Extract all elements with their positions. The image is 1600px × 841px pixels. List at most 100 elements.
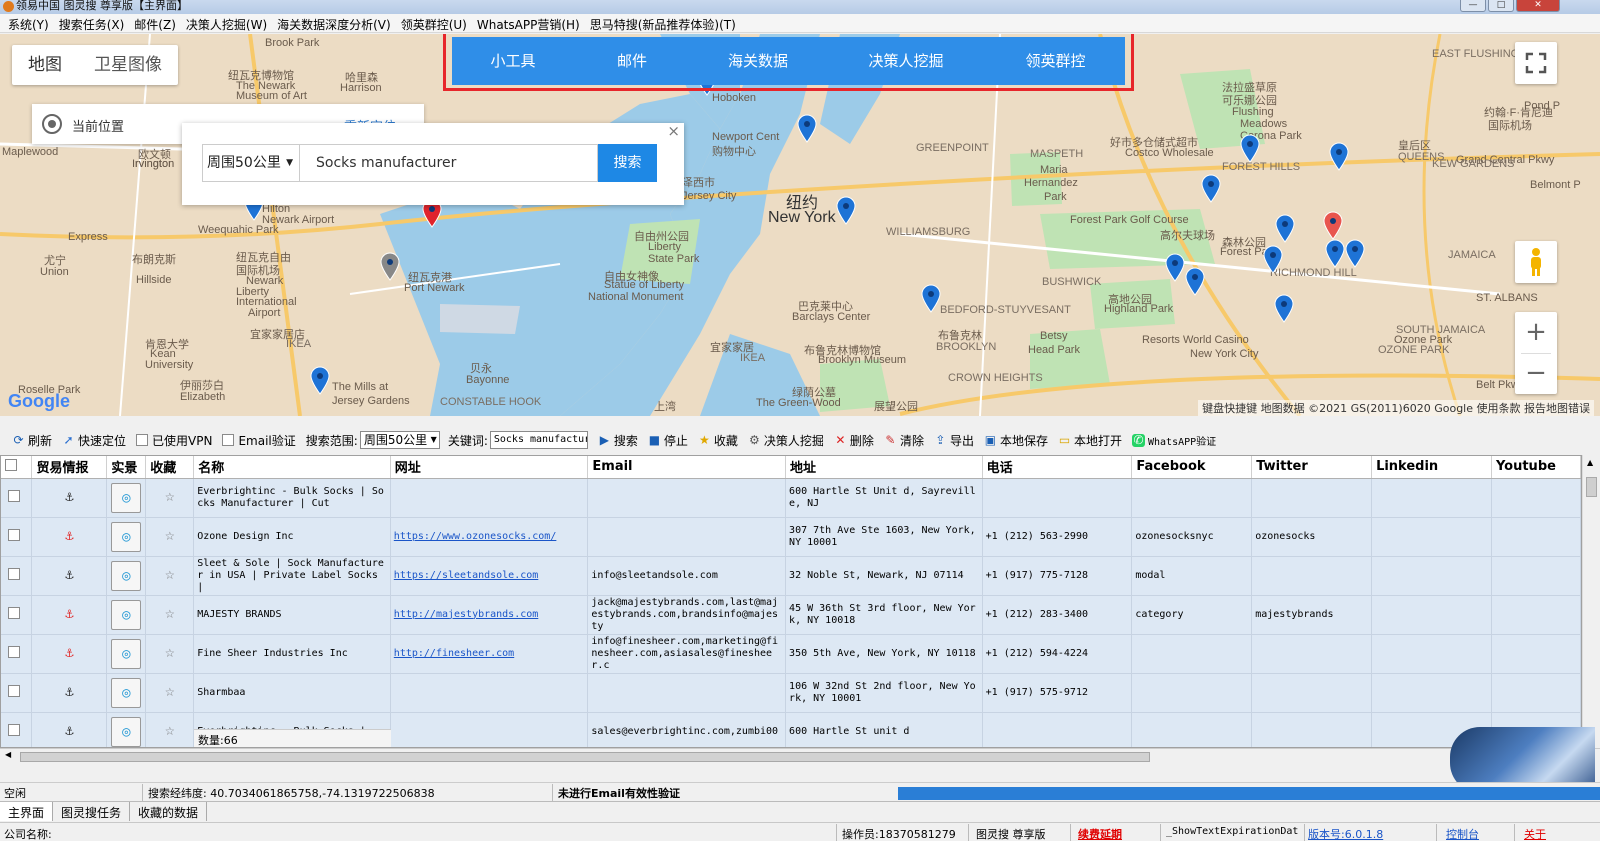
header-url[interactable]: 网址 xyxy=(390,456,589,479)
stop-button[interactable]: ■ 停止 xyxy=(648,432,688,449)
export-button[interactable]: ⇪ 导出 xyxy=(934,432,974,449)
map-type-map-button[interactable]: 地图 xyxy=(12,45,78,85)
map-pin-icon[interactable] xyxy=(796,113,818,143)
search-range-select[interactable]: 周围50公里 ▼ xyxy=(202,144,300,182)
row-checkbox[interactable] xyxy=(8,723,21,736)
star-icon[interactable]: ☆ xyxy=(165,564,175,583)
map-pin-icon[interactable] xyxy=(1274,213,1296,243)
street-view-icon[interactable]: ◎ xyxy=(111,482,142,513)
minimize-button[interactable]: — xyxy=(1460,0,1486,12)
star-icon[interactable]: ☆ xyxy=(165,681,175,700)
star-icon[interactable]: ☆ xyxy=(165,525,175,544)
header-favorite[interactable]: 收藏 xyxy=(145,456,195,479)
vpn-checkbox[interactable]: 已使用VPN xyxy=(136,432,212,449)
email-verify-checkbox-box[interactable] xyxy=(222,434,235,446)
nav-customs-data[interactable]: 海关数据 xyxy=(690,37,826,85)
map-pin-icon[interactable] xyxy=(379,251,401,281)
scroll-up-icon[interactable]: ▲ xyxy=(1587,458,1593,467)
horizontal-scroll-thumb[interactable] xyxy=(20,752,1150,762)
quick-locate-button[interactable]: ➚ 快速定位 xyxy=(62,432,126,449)
scope-select[interactable]: 周围50公里 xyxy=(359,431,440,449)
whatsapp-verify-button[interactable]: ✆ WhatsAPP验证 xyxy=(1132,433,1216,448)
street-view-icon[interactable]: ◎ xyxy=(111,599,142,630)
table-row[interactable]: ⚓ ◎ ☆ Fine Sheer Industries Inc http://fines… xyxy=(1,634,1581,674)
header-facebook[interactable]: Facebook xyxy=(1131,456,1253,479)
map-pin-icon[interactable] xyxy=(920,283,942,313)
row-checkbox[interactable] xyxy=(8,489,21,502)
about-link[interactable]: 关于 xyxy=(1524,826,1546,841)
anchor-icon[interactable]: ⚓ xyxy=(65,723,73,739)
table-row[interactable]: ⚓ ◎ ☆ Sleet & Sole | Sock Manufacturer in U… xyxy=(1,556,1581,596)
header-address[interactable]: 地址 xyxy=(785,456,983,479)
map-pin-icon[interactable] xyxy=(1184,266,1206,296)
table-row[interactable]: ⚓ ◎ ☆ Ozone Design Inc https://www.ozonesock… xyxy=(1,517,1581,557)
renew-link[interactable]: 续费延期 xyxy=(1078,826,1122,841)
nav-email[interactable]: 邮件 xyxy=(574,37,690,85)
menu-customs-analysis[interactable]: 海关数据深度分析(V) xyxy=(275,14,399,32)
clear-button[interactable]: ✎ 清除 xyxy=(884,432,924,449)
cell-url[interactable]: http://finesheer.com xyxy=(394,648,514,659)
email-verify-checkbox[interactable]: Email验证 xyxy=(222,432,296,449)
cell-url[interactable]: https://sleetandsole.com xyxy=(394,570,539,581)
nav-linkedin-control[interactable]: 领英群控 xyxy=(986,37,1125,85)
street-view-icon[interactable]: ◎ xyxy=(111,521,142,552)
street-view-icon[interactable]: ◎ xyxy=(111,638,142,669)
map-pin-icon[interactable] xyxy=(1328,141,1350,171)
street-view-button[interactable] xyxy=(1515,241,1557,283)
header-email[interactable]: Email xyxy=(587,456,787,479)
maximize-button[interactable]: □ xyxy=(1488,0,1514,12)
header-twitter[interactable]: Twitter xyxy=(1251,456,1373,479)
anchor-icon[interactable]: ⚓ xyxy=(65,528,73,544)
map-pin-icon[interactable] xyxy=(1344,238,1366,268)
row-checkbox[interactable] xyxy=(8,528,21,541)
tab-favorites[interactable]: 收藏的数据 xyxy=(130,802,208,821)
row-checkbox[interactable] xyxy=(8,684,21,697)
star-icon[interactable]: ☆ xyxy=(165,486,175,505)
row-checkbox[interactable] xyxy=(8,606,21,619)
header-phone[interactable]: 电话 xyxy=(982,456,1133,479)
map-type-satellite-button[interactable]: 卫星图像 xyxy=(78,45,178,85)
header-youtube[interactable]: Youtube xyxy=(1491,456,1581,479)
header-name[interactable]: 名称 xyxy=(193,456,391,479)
star-icon[interactable]: ☆ xyxy=(165,603,175,622)
menu-whatsapp[interactable]: WhatsAPP营销(H) xyxy=(475,14,588,32)
version-link[interactable]: 版本号:6.0.1.8 xyxy=(1308,826,1383,841)
tab-turing-tasks[interactable]: 图灵搜任务 xyxy=(53,802,131,821)
map-pin-icon[interactable] xyxy=(1262,244,1284,274)
star-icon[interactable]: ☆ xyxy=(165,642,175,661)
fullscreen-button[interactable] xyxy=(1515,42,1557,84)
vertical-scrollbar[interactable]: ▲ xyxy=(1582,455,1600,748)
map-search-button[interactable]: 搜索 xyxy=(598,144,657,182)
zoom-in-button[interactable]: + xyxy=(1515,312,1557,353)
horizontal-scrollbar[interactable]: ◀ xyxy=(0,748,1600,764)
anchor-icon[interactable]: ⚓ xyxy=(65,645,73,661)
nav-tools[interactable]: 小工具 xyxy=(452,37,574,85)
map-pin-icon[interactable] xyxy=(835,195,857,225)
map-attribution[interactable]: 键盘快捷键 地图数据 ©2021 GS(2011)6020 Google 使用条… xyxy=(1198,400,1594,416)
map-pin-icon[interactable] xyxy=(1164,252,1186,282)
menu-email[interactable]: 邮件(Z) xyxy=(132,14,184,32)
cell-url[interactable]: https://www.ozonesocks.com/ xyxy=(394,531,557,542)
table-row[interactable]: ⚓ ◎ ☆ MAJESTY BRANDS http://majestybrands.co… xyxy=(1,595,1581,635)
vpn-checkbox-box[interactable] xyxy=(136,434,149,446)
table-row[interactable]: ⚓ ◎ ☆ Everbrightinc - Bulk Socks | Socks Ma… xyxy=(1,478,1581,518)
menu-search-tasks[interactable]: 搜索任务(X) xyxy=(57,14,133,32)
map-pin-icon[interactable] xyxy=(1239,133,1261,163)
street-view-icon[interactable]: ◎ xyxy=(111,677,142,708)
anchor-icon[interactable]: ⚓ xyxy=(65,606,73,622)
refresh-button[interactable]: ⟳ 刷新 xyxy=(12,432,52,449)
close-button[interactable]: ✕ xyxy=(1516,0,1560,12)
close-icon[interactable]: × xyxy=(667,122,680,140)
search-button[interactable]: ▶ 搜索 xyxy=(598,432,638,449)
menu-smart-search[interactable]: 思马特搜(新品推荐体验)(T) xyxy=(588,14,744,32)
header-select-all[interactable] xyxy=(1,456,33,479)
star-icon[interactable]: ☆ xyxy=(165,720,175,739)
map-pin-icon[interactable] xyxy=(1273,293,1295,323)
map-pin-icon[interactable] xyxy=(309,365,331,395)
open-local-button[interactable]: ▭ 本地打开 xyxy=(1058,432,1122,449)
select-all-checkbox[interactable] xyxy=(5,458,17,471)
menu-linkedin[interactable]: 领英群控(U) xyxy=(399,14,475,32)
scroll-left-icon[interactable]: ◀ xyxy=(5,750,11,759)
header-street-view[interactable]: 实景 xyxy=(106,456,147,479)
vertical-scroll-thumb[interactable] xyxy=(1586,477,1597,497)
